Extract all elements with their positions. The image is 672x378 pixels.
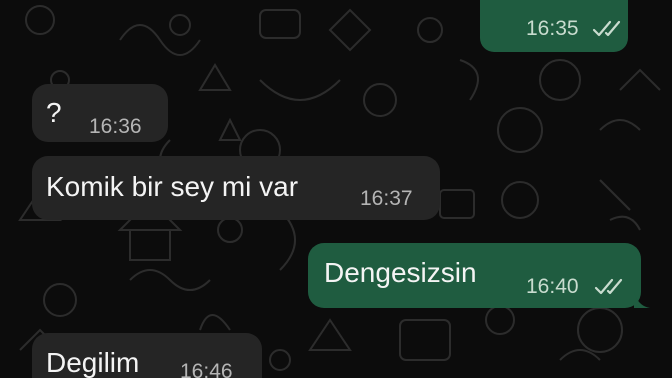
message-bubble-outgoing[interactable]: Dengesizsin 16:40 — [308, 243, 641, 308]
chat-view[interactable]: 16:35 ? 16:36 Komik bir sey mi var 16:37… — [0, 0, 672, 378]
message-text: ? — [46, 97, 62, 128]
message-time: 16:40 — [526, 275, 579, 298]
message-text: Dengesizsin — [324, 257, 477, 288]
message-time: 16:46 — [180, 360, 233, 378]
message-text: Degilim — [46, 347, 140, 378]
message-text: Komik bir sey mi var — [46, 171, 299, 202]
message-time: 16:37 — [360, 187, 413, 210]
double-check-icon — [592, 20, 621, 37]
message-bubble-outgoing[interactable]: 16:35 — [480, 0, 628, 52]
bubble-tail — [634, 292, 650, 308]
message-bubble-incoming[interactable]: Komik bir sey mi var 16:37 — [32, 156, 440, 220]
message-time: 16:35 — [526, 17, 579, 40]
double-check-icon — [594, 278, 623, 295]
message-time: 16:36 — [89, 115, 142, 138]
message-bubble-incoming[interactable]: Degilim 16:46 — [32, 333, 262, 378]
message-bubble-incoming[interactable]: ? 16:36 — [32, 84, 168, 142]
